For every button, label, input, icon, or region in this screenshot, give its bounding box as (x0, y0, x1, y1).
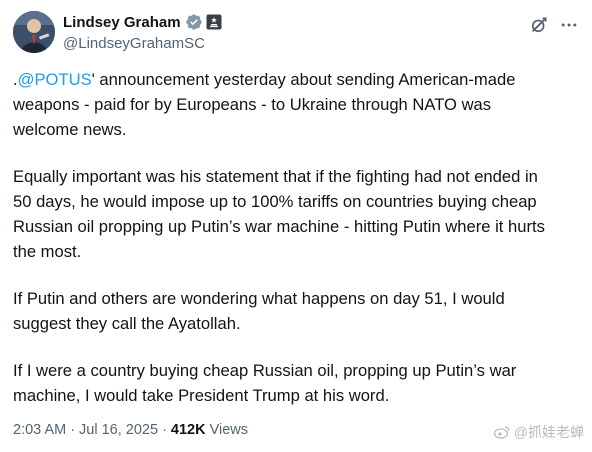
grok-icon[interactable] (529, 15, 549, 35)
weibo-logo-icon (493, 426, 510, 439)
verified-badge-icon[interactable] (185, 13, 203, 31)
author-handle[interactable]: @LindseyGrahamSC (63, 35, 222, 52)
meta-separator: · (70, 422, 76, 438)
tweet-text: .@POTUS' announcement yesterday about se… (13, 67, 581, 408)
avatar[interactable] (13, 11, 55, 53)
author-block: Lindsey Graham @LindseyGrahamSC (63, 12, 222, 52)
government-label-icon[interactable] (206, 14, 222, 30)
display-name[interactable]: Lindsey Graham (63, 14, 181, 31)
tweet-date[interactable]: Jul 16, 2025 (79, 422, 158, 438)
views-count[interactable]: 412K (171, 422, 206, 438)
more-options-icon[interactable] (559, 15, 579, 35)
mention-link-potus[interactable]: @POTUS (18, 70, 92, 89)
tweet-paragraph-3: If Putin and others are wondering what h… (13, 289, 505, 333)
tweet-meta: 2:03 AM · Jul 16, 2025 · 412K Views (13, 422, 248, 438)
tweet-header: Lindsey Graham @LindseyGrahamSC (13, 11, 579, 55)
watermark-text: @抓娃老蝉 (513, 424, 584, 440)
meta-separator: · (162, 422, 167, 438)
tweet-paragraph-2: Equally important was his statement that… (13, 167, 545, 261)
views-label[interactable]: Views (210, 422, 248, 438)
tweet-time[interactable]: 2:03 AM (13, 422, 66, 438)
tweet-paragraph-1: .@POTUS' announcement yesterday about se… (13, 67, 581, 142)
watermark: @抓娃老蝉 (493, 422, 584, 442)
tweet-paragraph-4: If I were a country buying cheap Russian… (13, 361, 517, 405)
